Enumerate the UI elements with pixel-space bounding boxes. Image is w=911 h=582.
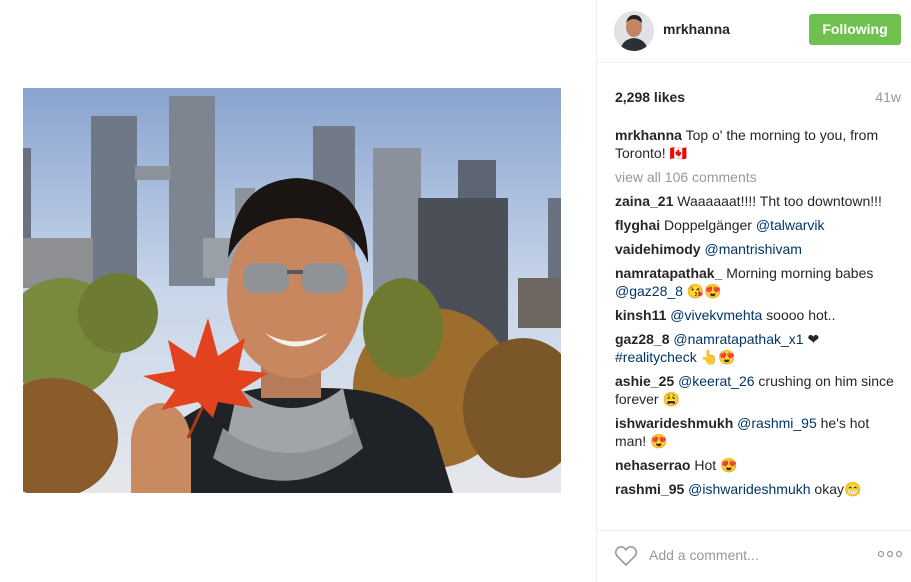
comment-mention[interactable]: @talwarvik	[756, 217, 825, 233]
post-header: mrkhanna Following	[597, 0, 911, 62]
comment-text: Morning morning babes	[726, 265, 874, 281]
footer-separator	[597, 530, 911, 531]
comment-text: Doppelgänger	[664, 217, 756, 233]
comment-username[interactable]: vaidehimody	[615, 241, 701, 257]
view-all-comments-link[interactable]: view all 106 comments	[615, 168, 895, 186]
add-comment-input[interactable]	[649, 545, 849, 565]
comment-text-after: ❤	[803, 331, 820, 347]
comment-text: Hot 😍	[694, 457, 738, 473]
comments-list: mrkhanna Top o' the morning to you, from…	[615, 126, 895, 522]
avatar-image	[614, 11, 654, 51]
comment-item: nehaserrao Hot 😍	[615, 456, 895, 474]
comment-item: zaina_21 Waaaaaat!!!! Tht too downtown!!…	[615, 192, 895, 210]
heart-outline-icon[interactable]	[614, 545, 638, 567]
post-author-username[interactable]: mrkhanna	[663, 21, 730, 37]
comment-username[interactable]: namratapathak_	[615, 265, 722, 281]
comment-username[interactable]: gaz28_8	[615, 331, 669, 347]
avatar[interactable]	[614, 11, 654, 51]
likes-count[interactable]: 2,298 likes	[615, 89, 685, 105]
comment-username[interactable]: kinsh11	[615, 307, 666, 323]
comment-item: rashmi_95 @ishwarideshmukh okay😁	[615, 480, 895, 498]
comment-text-after: 👆😍	[696, 349, 736, 365]
comment-username[interactable]: ashie_25	[615, 373, 674, 389]
comment-mention[interactable]: @ishwarideshmukh	[688, 481, 810, 497]
post-age[interactable]: 41w	[875, 89, 901, 105]
comment-mention[interactable]: @keerat_26	[678, 373, 754, 389]
comment-mention[interactable]: @gaz28_8	[615, 283, 683, 299]
comment-item: gaz28_8 @namratapathak_x1 ❤ #realitychec…	[615, 330, 895, 366]
caption: mrkhanna Top o' the morning to you, from…	[615, 126, 895, 162]
comment-username[interactable]: zaina_21	[615, 193, 673, 209]
comment-username[interactable]: flyghai	[615, 217, 660, 233]
comment-text-after: okay😁	[810, 481, 862, 497]
comment-item: ishwarideshmukh @rashmi_95 he's hot man!…	[615, 414, 895, 450]
header-separator	[597, 62, 911, 63]
comment-item: namratapathak_ Morning morning babes @ga…	[615, 264, 895, 300]
more-options-icon[interactable]	[877, 549, 903, 559]
comment-text: Waaaaaat!!!! Tht too downtown!!!	[677, 193, 882, 209]
post-side-panel: mrkhanna Following 2,298 likes 41w mrkha…	[597, 0, 911, 582]
comment-username[interactable]: nehaserrao	[615, 457, 690, 473]
comment-hashtag[interactable]: #realitycheck	[615, 349, 697, 365]
comment-mention[interactable]: @rashmi_95	[737, 415, 817, 431]
post-photo[interactable]	[23, 88, 561, 493]
comment-mention[interactable]: @namratapathak_x1	[673, 331, 803, 347]
comment-username[interactable]: ishwarideshmukh	[615, 415, 733, 431]
comment-text-after: soooo hot..	[762, 307, 836, 323]
comment-item: flyghai Doppelgänger @talwarvik	[615, 216, 895, 234]
caption-username[interactable]: mrkhanna	[615, 127, 682, 143]
following-button[interactable]: Following	[809, 14, 901, 45]
comment-mention[interactable]: @mantrishivam	[704, 241, 801, 257]
comment-mention[interactable]: @vivekvmehta	[670, 307, 762, 323]
comment-item: vaidehimody @mantrishivam	[615, 240, 895, 258]
comment-text-after: 😘😍	[682, 283, 722, 299]
comment-item: kinsh11 @vivekvmehta soooo hot..	[615, 306, 895, 324]
comment-username[interactable]: rashmi_95	[615, 481, 684, 497]
comment-item: ashie_25 @keerat_26 crushing on him sinc…	[615, 372, 895, 408]
comment-footer	[597, 537, 911, 582]
photo-image	[23, 88, 561, 493]
